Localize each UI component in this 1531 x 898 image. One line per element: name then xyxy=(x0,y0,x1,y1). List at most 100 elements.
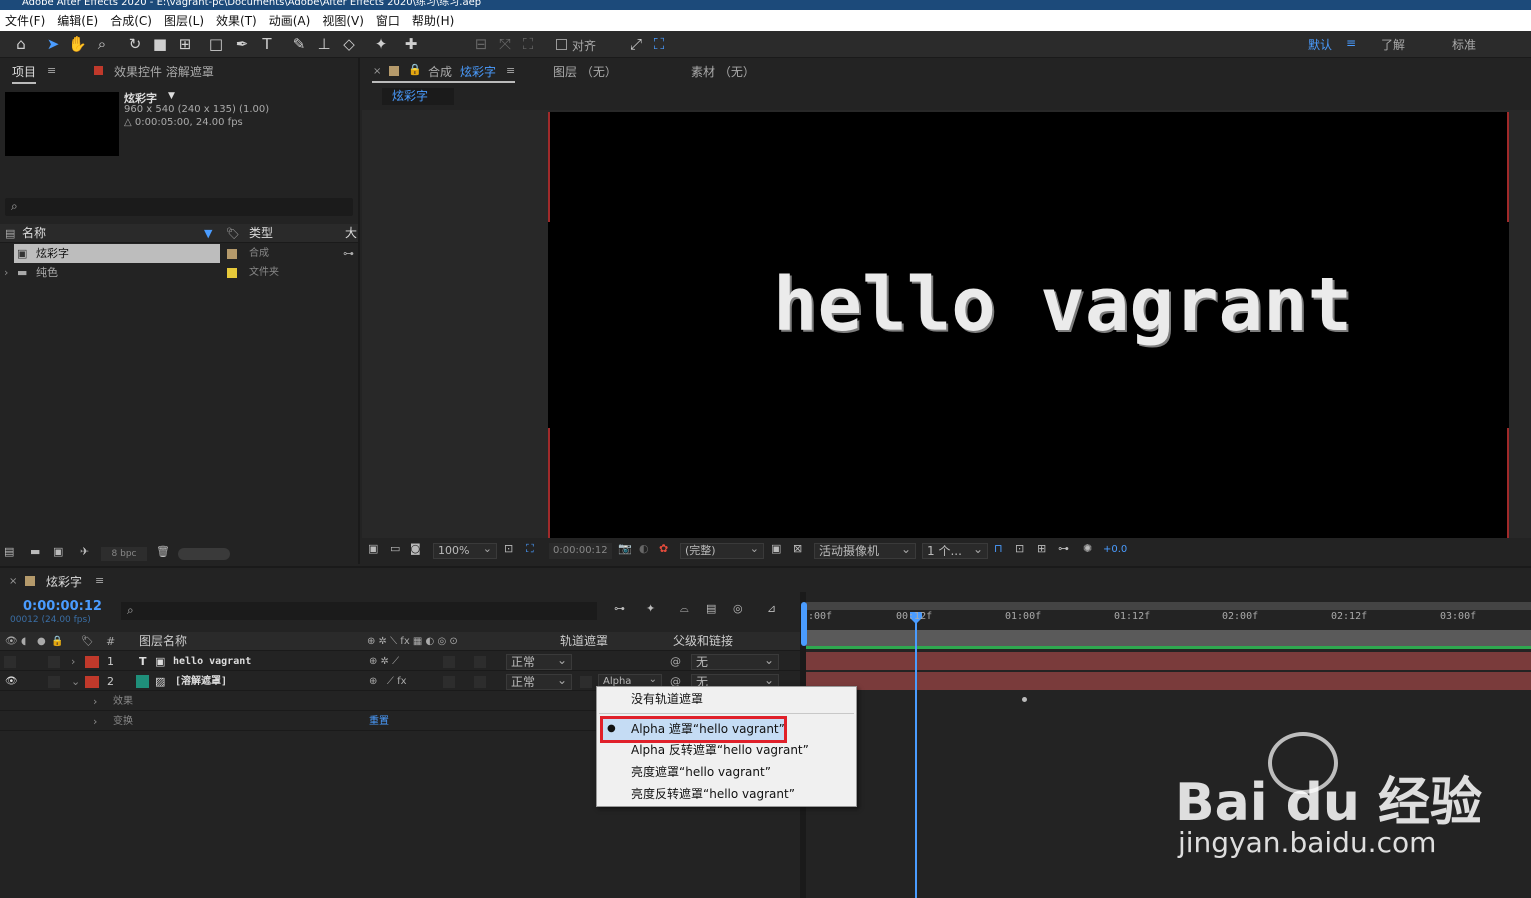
expand-chevron-icon[interactable]: › xyxy=(4,263,8,282)
transparency-grid-icon[interactable]: ▣ xyxy=(771,542,781,555)
timeline-timecode[interactable]: 0:00:00:12 xyxy=(23,599,102,614)
tab-menu-icon[interactable]: ≡ xyxy=(506,64,515,77)
work-area-bar[interactable] xyxy=(806,602,1531,610)
tab-comp-prefix[interactable]: 合成 xyxy=(428,63,452,80)
tab-menu-icon[interactable]: ≡ xyxy=(95,574,104,587)
reset-link[interactable]: 重置 xyxy=(369,712,389,731)
column-name[interactable]: 名称 xyxy=(22,224,46,243)
project-search-input[interactable]: ⌕ xyxy=(5,198,353,216)
blend-mode-dropdown[interactable]: 正常 xyxy=(506,673,572,690)
shy-switch-icon[interactable]: ⊕ ✲ ⟋ xyxy=(369,652,399,671)
zoom-tool-icon[interactable]: ⌕ xyxy=(93,35,111,53)
exposure-value[interactable]: +0.0 xyxy=(1103,544,1127,555)
lock-toggle[interactable] xyxy=(48,676,60,688)
graph-editor-icon[interactable]: ⊿ xyxy=(767,602,776,615)
menu-composition[interactable]: 合成(C) xyxy=(110,12,152,29)
current-time-field[interactable]: 0:00:00:12 xyxy=(549,543,612,559)
local-axis-icon[interactable]: ⊟ xyxy=(472,35,490,53)
type-tool-icon[interactable]: T xyxy=(258,35,276,53)
menu-item-no-matte[interactable]: 没有轨道遮罩 xyxy=(631,689,703,709)
layer-name[interactable]: hello vagrant xyxy=(173,652,251,671)
label-swatch[interactable] xyxy=(85,656,99,668)
zoom-dropdown[interactable]: 100% xyxy=(433,542,497,559)
thumbnail-slider[interactable] xyxy=(178,548,230,560)
new-folder-icon[interactable]: ▬ xyxy=(30,545,40,558)
draft-3d-icon[interactable]: ✦ xyxy=(646,602,655,615)
timeline-icon[interactable]: ⊞ xyxy=(1037,542,1046,555)
toggle-pixel-icon[interactable]: ⊓ xyxy=(994,542,1003,555)
menu-item-alpha-inverted-matte[interactable]: Alpha 反转遮罩“hello vagrant” xyxy=(631,740,809,760)
new-comp-icon[interactable]: ▣ xyxy=(53,545,63,558)
expand-chevron-icon[interactable]: › xyxy=(93,712,97,731)
layer-name[interactable]: [溶解遮罩] xyxy=(175,672,227,691)
show-snapshot-icon[interactable]: ◐ xyxy=(639,542,649,555)
table-row[interactable]: › 1 T ▣ hello vagrant ⊕ ✲ ⟋ 正常 @ 无 xyxy=(0,652,800,671)
solo-icon[interactable]: ● xyxy=(37,632,46,651)
menu-animation[interactable]: 动画(A) xyxy=(269,12,311,29)
interpret-footage-icon[interactable]: ▤ xyxy=(4,545,14,558)
pick-whip-icon[interactable]: @ xyxy=(670,652,681,671)
expand-chevron-icon[interactable]: › xyxy=(93,692,97,711)
label-swatch[interactable] xyxy=(85,676,99,688)
views-dropdown[interactable]: 1 个... xyxy=(922,542,988,559)
menu-help[interactable]: 帮助(H) xyxy=(412,12,454,29)
blend-mode-dropdown[interactable]: 正常 xyxy=(506,653,572,670)
vr-icon[interactable]: ◙ xyxy=(410,542,421,555)
timeline-zoom-handle[interactable] xyxy=(801,602,807,646)
trash-icon[interactable]: 🗑 xyxy=(156,545,170,558)
view-axis-icon[interactable]: ⛶ xyxy=(519,35,537,53)
always-preview-icon[interactable]: ▣ xyxy=(368,542,378,555)
tab-effect-controls[interactable]: 效果控件 溶解遮罩 xyxy=(114,63,214,80)
adjustment-toggle[interactable] xyxy=(443,656,455,668)
resolution-dropdown[interactable]: (完整) xyxy=(680,542,764,559)
hand-tool-icon[interactable]: ✋ xyxy=(68,35,87,53)
tab-footage[interactable]: 素材 （无） xyxy=(691,63,755,80)
menu-window[interactable]: 窗口 xyxy=(376,12,400,29)
timeline-search-input[interactable]: ⌕ xyxy=(121,602,597,620)
snapshot-icon[interactable]: 📷 xyxy=(618,542,632,555)
label-swatch[interactable] xyxy=(227,249,237,259)
brush-tool-icon[interactable]: ✎ xyxy=(290,35,308,53)
column-size[interactable]: 大 xyxy=(345,224,357,243)
collapse-chevron-icon[interactable]: ⌄ xyxy=(71,672,80,691)
visibility-icon[interactable]: 👁 xyxy=(5,672,18,691)
list-item[interactable]: › ▬ 纯色 文件夹 xyxy=(0,263,358,282)
workspace-default[interactable]: 默认 xyxy=(1308,36,1332,53)
menu-effect[interactable]: 效果(T) xyxy=(216,12,257,29)
menu-file[interactable]: 文件(F) xyxy=(5,12,45,29)
pan-behind-tool-icon[interactable]: ⊞ xyxy=(176,35,194,53)
parent-dropdown[interactable]: 无 xyxy=(691,653,779,670)
3d-toggle[interactable] xyxy=(474,676,486,688)
chevron-down-icon[interactable]: ▼ xyxy=(168,91,175,101)
sort-chevron-icon[interactable]: ▼ xyxy=(204,224,212,243)
home-icon[interactable]: ⌂ xyxy=(12,35,30,53)
lock-toggle[interactable] xyxy=(48,656,60,668)
tab-comp-name[interactable]: 炫彩字 xyxy=(460,63,496,80)
workspace-standard[interactable]: 标准 xyxy=(1452,36,1476,53)
menu-item-luma-matte[interactable]: 亮度遮罩“hello vagrant” xyxy=(631,762,771,782)
flowchart-icon[interactable]: ⊶ xyxy=(343,244,354,263)
tab-project[interactable]: 项目 xyxy=(12,63,37,84)
close-icon[interactable]: × xyxy=(9,576,17,587)
expand-chevron-icon[interactable]: › xyxy=(71,652,75,671)
menu-layer[interactable]: 图层(L) xyxy=(164,12,204,29)
camera-dropdown[interactable]: 活动摄像机 xyxy=(814,542,916,559)
column-type[interactable]: 类型 xyxy=(249,224,273,243)
lock-icon[interactable]: 🔒 xyxy=(408,63,422,76)
comp-canvas[interactable]: hello vagrant xyxy=(548,112,1509,538)
viewer-area[interactable]: hello vagrant xyxy=(362,110,1531,538)
reset-exposure-icon[interactable]: ✺ xyxy=(1083,542,1092,555)
fast-preview-icon[interactable]: ⊡ xyxy=(1015,542,1024,555)
list-item[interactable]: ▣ 炫彩字 合成 ⊶ xyxy=(0,244,358,263)
visibility-toggle[interactable] xyxy=(4,656,16,668)
roto-brush-tool-icon[interactable]: ✦ xyxy=(372,35,390,53)
render-icon[interactable]: ✈ xyxy=(80,545,89,558)
world-axis-icon[interactable]: ⤧ xyxy=(496,35,514,53)
camera-tool-icon[interactable]: ■ xyxy=(151,35,169,53)
tab-layer[interactable]: 图层 （无） xyxy=(553,63,617,80)
column-track-matte[interactable]: 轨道遮罩 xyxy=(560,632,608,651)
audio-icon[interactable]: ◖ xyxy=(21,632,26,651)
workspace-menu-icon[interactable]: ≡ xyxy=(1346,36,1356,50)
fx-switch-icon[interactable]: ⊕ ⟋ fx xyxy=(369,672,407,691)
menu-item-alpha-matte[interactable]: Alpha 遮罩“hello vagrant” xyxy=(631,719,785,739)
